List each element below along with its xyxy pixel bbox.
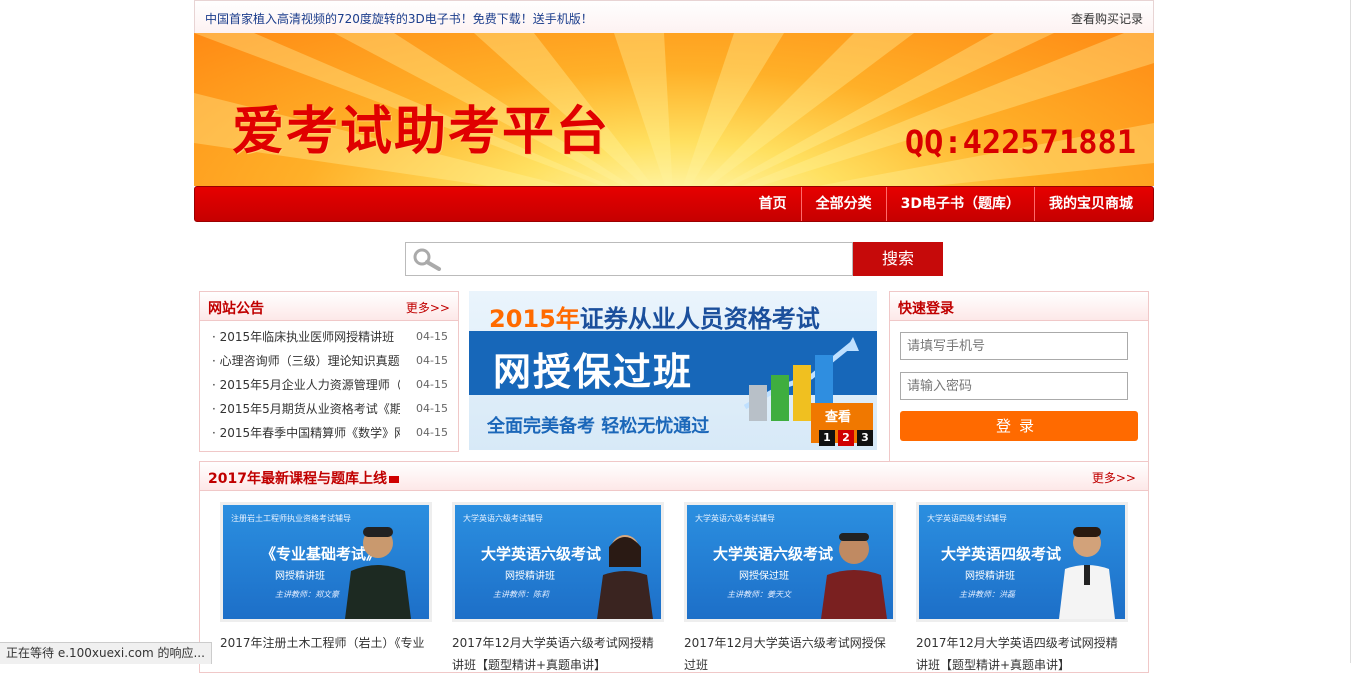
carousel-dot[interactable]: 1 [819, 430, 835, 446]
course-caption[interactable]: 2017年12月大学英语六级考试网授保过班 [684, 632, 896, 676]
teacher-photo [597, 535, 653, 619]
teacher-photo [1059, 527, 1115, 619]
carousel-dot-active[interactable]: 2 [838, 430, 854, 446]
promo-link[interactable]: 中国首家植入高清视频的720度旋转的3D电子书！免费下载！送手机版！ [205, 10, 593, 27]
announcements-more-link[interactable]: 更多>> [406, 299, 450, 316]
site-logo-title[interactable]: 爱考试助考平台 [232, 89, 610, 164]
search-box [405, 242, 853, 276]
announcement-item[interactable]: · 2015年春季中国精算师《数学》网 04-15 [200, 421, 458, 445]
purchase-record-link[interactable]: 查看购买记录 [1071, 10, 1143, 27]
course-thumbnail[interactable]: 注册岩土工程师执业资格考试辅导 《专业基础考试》 网授精讲班 主讲教师：郑文豪 [220, 502, 432, 622]
nav-3d-ebook[interactable]: 3D电子书（题库） [885, 187, 1034, 221]
ad-headline: 2015年证券从业人员资格考试 [489, 305, 820, 333]
announcement-item[interactable]: · 2015年5月期货从业资格考试《期 04-15 [200, 397, 458, 421]
announcement-item[interactable]: · 心理咨询师（三级）理论知识真题 04-15 [200, 349, 458, 373]
browser-status-bar: 正在等待 e.100xuexi.com 的响应... [0, 642, 212, 664]
course-thumbnail[interactable]: 大学英语四级考试辅导 大学英语四级考试 网授精讲班 主讲教师：洪磊 [916, 502, 1128, 622]
login-button[interactable]: 登录 [900, 411, 1138, 441]
phone-input[interactable] [900, 332, 1128, 360]
course-caption[interactable]: 2017年12月大学英语六级考试网授精讲班【题型精讲+真题串讲】 [452, 632, 664, 676]
announcements-panel: 网站公告 更多>> · 2015年临床执业医师网授精讲班【 04-15 · 心理咨… [199, 291, 459, 452]
carousel-dot[interactable]: 3 [857, 430, 873, 446]
announcement-item[interactable]: · 2015年5月企业人力资源管理师（ 04-15 [200, 373, 458, 397]
password-input[interactable] [900, 372, 1128, 400]
new-flag-icon [388, 475, 399, 483]
quick-login-panel: 快速登录 登录 [889, 291, 1149, 462]
course-card[interactable]: 大学英语六级考试辅导 大学英语六级考试 网授精讲班 主讲教师：陈莉 2017年1… [452, 502, 664, 676]
course-thumbnail[interactable]: 大学英语六级考试辅导 大学英语六级考试 网授保过班 主讲教师：姜天文 [684, 502, 896, 622]
announcements-title: 网站公告 [208, 301, 264, 317]
ad-slogan: 全面完美备考 轻松无忧通过 [487, 416, 710, 437]
top-bar: 中国首家植入高清视频的720度旋转的3D电子书！免费下载！送手机版！ 查看购买记… [194, 0, 1154, 34]
search-input[interactable] [446, 245, 850, 273]
nav-home[interactable]: 首页 [745, 187, 801, 221]
nav-my-shop[interactable]: 我的宝贝商城 [1034, 187, 1147, 221]
announcement-item[interactable]: · 2015年临床执业医师网授精讲班【 04-15 [200, 325, 458, 349]
search-button[interactable]: 搜索 [853, 242, 943, 276]
promo-carousel[interactable]: 2015年证券从业人员资格考试 网授保过班 全面完美备考 轻松无忧通过 查看 1… [469, 291, 877, 450]
course-thumbnail[interactable]: 大学英语六级考试辅导 大学英语六级考试 网授精讲班 主讲教师：陈莉 [452, 502, 664, 622]
course-caption[interactable]: 2017年12月大学英语四级考试网授精讲班【题型精讲+真题串讲】 [916, 632, 1128, 676]
ad-title: 网授保过班 [493, 350, 694, 394]
search-icon [413, 248, 441, 271]
course-caption[interactable]: 2017年注册土木工程师（岩土）《专业 [220, 632, 432, 654]
course-card[interactable]: 大学英语四级考试辅导 大学英语四级考试 网授精讲班 主讲教师：洪磊 2017年1… [916, 502, 1128, 676]
main-nav: 首页 全部分类 3D电子书（题库） 我的宝贝商城 [194, 186, 1154, 222]
login-title: 快速登录 [898, 301, 954, 317]
new-courses-section: 2017年最新课程与题库上线 更多>> 注册岩土工程师执业资格考试辅导 《专业基… [199, 461, 1149, 673]
carousel-dots: 1 2 3 [819, 430, 873, 446]
nav-all-categories[interactable]: 全部分类 [800, 187, 886, 221]
teacher-photo [345, 527, 411, 619]
teacher-photo [821, 533, 887, 619]
qq-contact: QQ:422571881 [904, 123, 1136, 161]
course-card[interactable]: 注册岩土工程师执业资格考试辅导 《专业基础考试》 网授精讲班 主讲教师：郑文豪 … [220, 502, 432, 654]
courses-title: 2017年最新课程与题库上线 [208, 468, 399, 488]
header-banner: 爱考试助考平台 QQ:422571881 [194, 33, 1154, 186]
course-card[interactable]: 大学英语六级考试辅导 大学英语六级考试 网授保过班 主讲教师：姜天文 2017年… [684, 502, 896, 676]
courses-more-link[interactable]: 更多>> [1092, 469, 1136, 486]
